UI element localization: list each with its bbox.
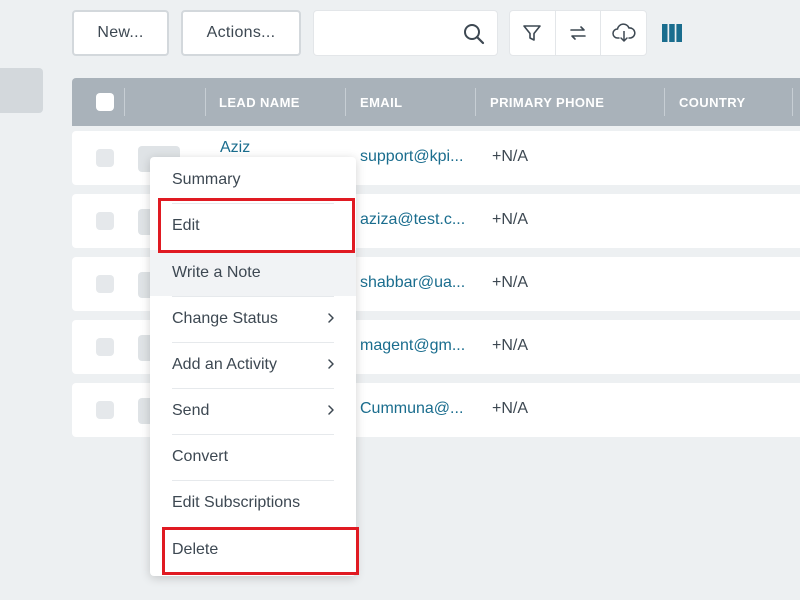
menu-item-label: Add an Activity xyxy=(172,356,277,373)
column-divider xyxy=(124,88,125,116)
header-lead-name[interactable]: LEAD NAME xyxy=(219,78,300,126)
sync-button[interactable] xyxy=(556,11,602,55)
email-link[interactable]: aziza@test.c... xyxy=(360,211,472,229)
menu-item-label: Change Status xyxy=(172,310,278,327)
menu-item-write-a-note[interactable]: Write a Note xyxy=(150,250,356,296)
header-primary-phone[interactable]: PRIMARY PHONE xyxy=(490,78,604,126)
menu-item-label: Edit Subscriptions xyxy=(172,494,301,511)
phone-value: +N/A xyxy=(492,211,529,228)
table-header: LEAD NAME EMAIL PRIMARY PHONE COUNTRY xyxy=(72,78,800,126)
menu-item-convert[interactable]: Convert xyxy=(150,434,356,480)
row-checkbox[interactable] xyxy=(96,401,114,419)
sidebar-tab[interactable] xyxy=(0,68,43,113)
download-button[interactable] xyxy=(601,11,646,55)
menu-item-delete[interactable]: Delete xyxy=(150,527,356,573)
header-email[interactable]: EMAIL xyxy=(360,78,402,126)
row-checkbox[interactable] xyxy=(96,212,114,230)
filter-button[interactable] xyxy=(510,11,556,55)
select-all-checkbox[interactable] xyxy=(96,93,114,111)
row-context-menu: Summary Edit Write a Note Change Status … xyxy=(150,157,356,576)
new-button[interactable]: New... xyxy=(72,10,169,56)
actions-button[interactable]: Actions... xyxy=(181,10,301,56)
menu-item-summary[interactable]: Summary xyxy=(150,157,356,203)
menu-item-label: Write a Note xyxy=(172,264,261,281)
chevron-right-icon xyxy=(328,405,334,415)
search-box[interactable] xyxy=(313,10,498,56)
menu-item-label: Convert xyxy=(172,448,229,465)
header-country[interactable]: COUNTRY xyxy=(679,78,746,126)
email-link[interactable]: Cummuna@... xyxy=(360,400,472,418)
chevron-right-icon xyxy=(328,359,334,369)
search-input[interactable] xyxy=(324,23,454,45)
column-divider xyxy=(475,88,476,116)
toolbar-icon-group xyxy=(509,10,647,56)
lead-name-link[interactable]: Aziz xyxy=(220,139,250,157)
column-divider xyxy=(792,88,793,116)
columns-icon[interactable] xyxy=(662,24,682,42)
sync-icon xyxy=(570,26,586,40)
menu-item-add-an-activity[interactable]: Add an Activity xyxy=(150,342,356,388)
filter-icon xyxy=(523,25,542,41)
menu-item-label: Edit xyxy=(172,217,200,234)
menu-item-label: Send xyxy=(172,402,210,419)
search-icon[interactable] xyxy=(463,23,485,45)
phone-value: +N/A xyxy=(492,274,529,291)
menu-item-label: Delete xyxy=(172,541,219,558)
column-divider xyxy=(664,88,665,116)
phone-value: +N/A xyxy=(492,337,529,354)
menu-item-send[interactable]: Send xyxy=(150,388,356,434)
download-icon xyxy=(611,23,636,42)
menu-item-edit[interactable]: Edit xyxy=(150,203,356,249)
column-divider xyxy=(205,88,206,116)
phone-value: +N/A xyxy=(492,148,529,165)
email-link[interactable]: shabbar@ua... xyxy=(360,274,472,292)
phone-value: +N/A xyxy=(492,400,529,417)
menu-item-change-status[interactable]: Change Status xyxy=(150,296,356,342)
row-checkbox[interactable] xyxy=(96,338,114,356)
row-checkbox[interactable] xyxy=(96,149,114,167)
menu-item-edit-subscriptions[interactable]: Edit Subscriptions xyxy=(150,480,356,526)
email-link[interactable]: support@kpi... xyxy=(360,148,472,166)
email-link[interactable]: magent@gm... xyxy=(360,337,472,355)
row-checkbox[interactable] xyxy=(96,275,114,293)
menu-item-label: Summary xyxy=(172,171,241,188)
column-divider xyxy=(345,88,346,116)
chevron-right-icon xyxy=(328,313,334,323)
